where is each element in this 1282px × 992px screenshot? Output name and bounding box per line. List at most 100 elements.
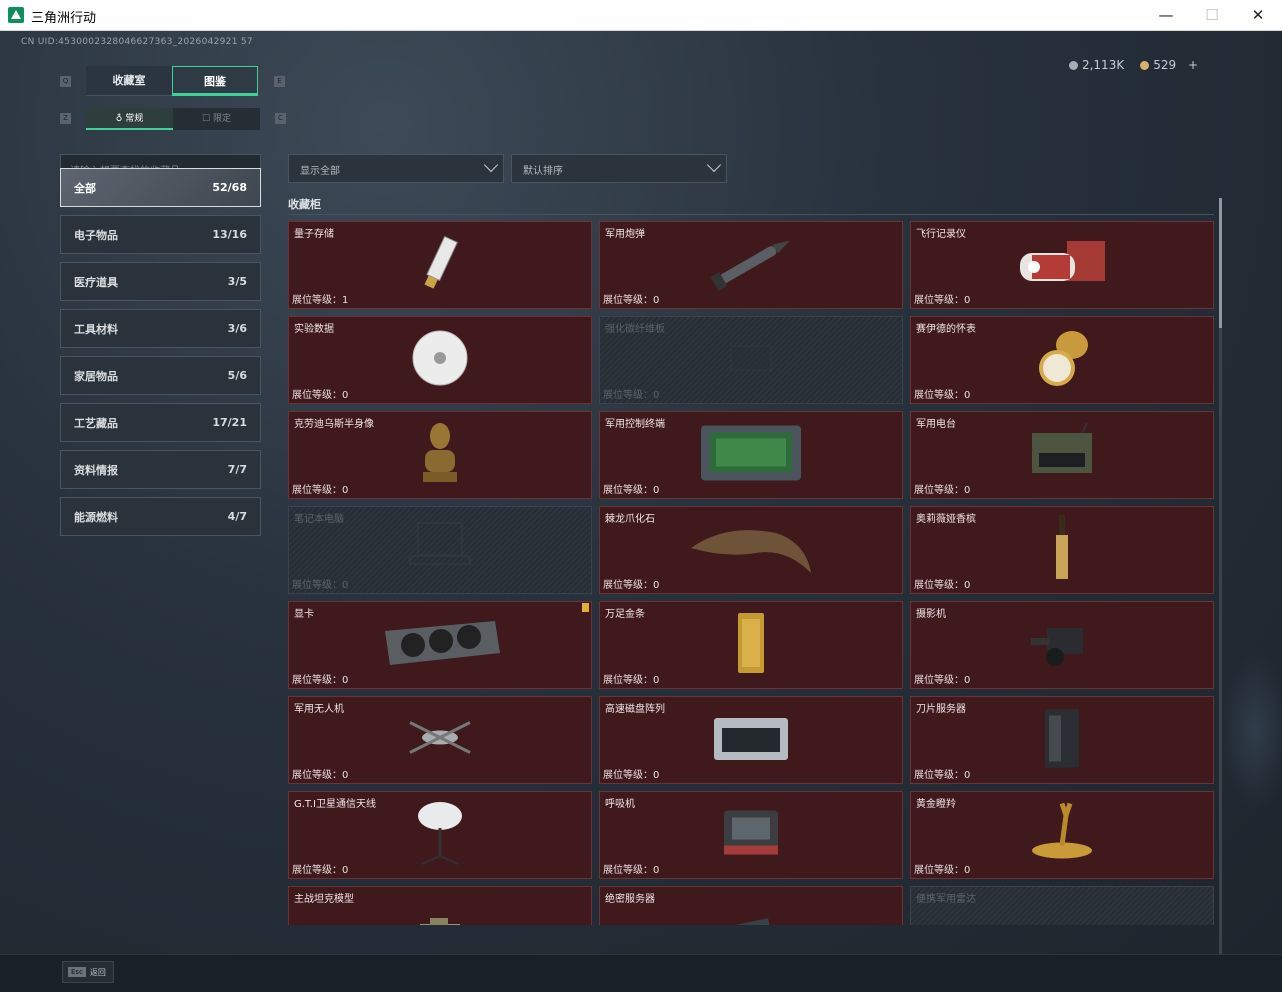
- item-name: 呼吸机: [605, 799, 635, 810]
- category-count: 4/7: [227, 510, 247, 523]
- item-display-level: 展位等级：0: [603, 295, 660, 306]
- collection-item-card[interactable]: 呼吸机 展位等级：0: [599, 791, 903, 879]
- subtab-regular[interactable]: ♁ 常规: [86, 108, 173, 130]
- terminal-icon: [696, 421, 806, 490]
- subtab-prev-key-icon: Z: [60, 113, 71, 124]
- minimize-button[interactable]: —: [1151, 4, 1181, 26]
- new-badge-icon: [582, 603, 589, 612]
- collection-item-card[interactable]: 刀片服务器 展位等级：0: [910, 696, 1214, 784]
- collection-item-card[interactable]: 克劳迪乌斯半身像 展位等级：0: [288, 411, 592, 499]
- category-7[interactable]: 能源燃料 4/7: [60, 497, 261, 536]
- sort-dropdown[interactable]: 默认排序: [511, 154, 727, 183]
- item-name: 棘龙爪化石: [605, 514, 655, 525]
- collection-item-card[interactable]: 绝密服务器: [599, 886, 903, 925]
- item-display-level: 展位等级：0: [292, 485, 349, 496]
- category-count: 5/6: [227, 369, 247, 382]
- collection-item-card[interactable]: 奥莉薇娅香槟 展位等级：0: [910, 506, 1214, 594]
- close-button[interactable]: ✕: [1243, 4, 1273, 26]
- item-display-level: 展位等级：0: [914, 865, 971, 876]
- item-name: 强化碳纤维板: [605, 324, 665, 335]
- ventilator-icon: [716, 806, 786, 865]
- item-display-level: 展位等级：0: [292, 390, 349, 401]
- item-name: 军用控制终端: [605, 419, 665, 430]
- item-display-level: 展位等级：0: [292, 770, 349, 781]
- flight-recorder-icon: [1012, 233, 1112, 297]
- category-label: 医疗道具: [74, 275, 118, 289]
- category-label: 全部: [74, 181, 96, 195]
- silver-coin-icon: [1068, 60, 1078, 70]
- collection-item-card[interactable]: 高速磁盘阵列 展位等级：0: [599, 696, 903, 784]
- collection-item-card[interactable]: 赛伊德的怀表 展位等级：0: [910, 316, 1214, 404]
- item-name: 飞行记录仪: [916, 229, 966, 240]
- collection-item-card[interactable]: 黄金瞪羚 展位等级：0: [910, 791, 1214, 879]
- subtab-limited[interactable]: ☐ 限定: [173, 108, 260, 130]
- esc-key-icon: Esc: [68, 967, 86, 977]
- category-1[interactable]: 电子物品 13/16: [60, 215, 261, 254]
- category-label: 资料情报: [74, 463, 118, 477]
- item-name: 军用电台: [916, 419, 956, 430]
- bottom-bar: [0, 954, 1282, 992]
- section-title: 收藏柜: [288, 198, 321, 211]
- category-6[interactable]: 资料情报 7/7: [60, 450, 261, 489]
- item-name: 绝密服务器: [605, 894, 655, 905]
- category-5[interactable]: 工艺藏品 17/21: [60, 403, 261, 442]
- tab-collection-room[interactable]: 收藏室: [86, 66, 172, 96]
- collection-item-card[interactable]: 量子存储 展位等级：1: [288, 221, 592, 309]
- camera-icon: [1027, 613, 1097, 677]
- item-display-level: 展位等级：0: [603, 390, 660, 401]
- gold-currency[interactable]: 529 +: [1140, 58, 1198, 72]
- collection-item-card[interactable]: 棘龙爪化石展位等级：0: [599, 506, 903, 594]
- category-4[interactable]: 家居物品 5/6: [60, 356, 261, 395]
- collection-item-card[interactable]: 摄影机 展位等级：0: [910, 601, 1214, 689]
- disk-array-icon: [706, 708, 796, 772]
- collection-item-card[interactable]: 便携军用雷达: [910, 886, 1214, 925]
- tab-prev-key-icon: Q: [60, 76, 71, 87]
- usb-drive-icon: [415, 233, 465, 297]
- display-filter-dropdown[interactable]: 显示全部: [288, 154, 504, 183]
- player-uid: CN UID:4530002328046627363_2026042921 57: [21, 37, 253, 47]
- collection-item-card[interactable]: 飞行记录仪 展位等级：0: [910, 221, 1214, 309]
- collection-item-card[interactable]: 实验数据 展位等级：0: [288, 316, 592, 404]
- item-display-level: 展位等级：0: [603, 770, 660, 781]
- scrollbar[interactable]: [1219, 198, 1222, 956]
- item-name: 显卡: [294, 609, 314, 620]
- item-display-level: 展位等级：0: [292, 675, 349, 686]
- category-0[interactable]: 全部 52/68: [60, 168, 261, 207]
- category-count: 7/7: [227, 463, 247, 476]
- window-title: 三角洲行动: [31, 11, 97, 26]
- collection-item-card[interactable]: 军用控制终端 展位等级：0: [599, 411, 903, 499]
- disc-icon: [410, 328, 470, 392]
- collection-item-card[interactable]: G.T.I卫星通信天线 展位等级：0: [288, 791, 592, 879]
- maximize-button[interactable]: ☐: [1197, 4, 1227, 26]
- item-display-level: 展位等级：0: [914, 580, 971, 591]
- scrollbar-thumb[interactable]: [1219, 198, 1222, 328]
- category-2[interactable]: 医疗道具 3/5: [60, 262, 261, 301]
- gpu-icon: [375, 613, 505, 677]
- collection-item-card[interactable]: 万足金条 展位等级：0: [599, 601, 903, 689]
- item-display-level: 展位等级：0: [914, 485, 971, 496]
- collection-item-card[interactable]: 军用无人机 展位等级：0: [288, 696, 592, 784]
- category-label: 工具材料: [74, 322, 118, 336]
- item-display-level: 展位等级：0: [603, 580, 660, 591]
- collection-item-card[interactable]: 显卡展位等级：0: [288, 601, 592, 689]
- back-button[interactable]: Esc 返回: [62, 961, 114, 983]
- tab-catalog[interactable]: 图鉴: [172, 66, 258, 96]
- category-3[interactable]: 工具材料 3/6: [60, 309, 261, 348]
- item-name: G.T.I卫星通信天线: [294, 799, 376, 810]
- item-display-level: 展位等级：0: [914, 390, 971, 401]
- category-count: 13/16: [212, 228, 247, 241]
- collection-item-card[interactable]: 强化碳纤维板 展位等级：0: [599, 316, 903, 404]
- collection-item-card[interactable]: 军用电台展位等级：0: [910, 411, 1214, 499]
- add-currency-button[interactable]: +: [1188, 58, 1198, 72]
- chevron-down-icon: [483, 157, 499, 173]
- item-name: 摄影机: [916, 609, 946, 620]
- satellite-dish-icon: [410, 798, 470, 872]
- section-divider: [288, 214, 1214, 215]
- item-name: 刀片服务器: [916, 704, 966, 715]
- collection-item-card[interactable]: 军用炮弹 展位等级：0: [599, 221, 903, 309]
- category-label: 工艺藏品: [74, 416, 118, 430]
- item-name: 笔记本电脑: [294, 514, 344, 525]
- champagne-icon: [1047, 513, 1077, 587]
- collection-item-card[interactable]: 主战坦克模型: [288, 886, 592, 925]
- collection-item-card[interactable]: 笔记本电脑 展位等级：0: [288, 506, 592, 594]
